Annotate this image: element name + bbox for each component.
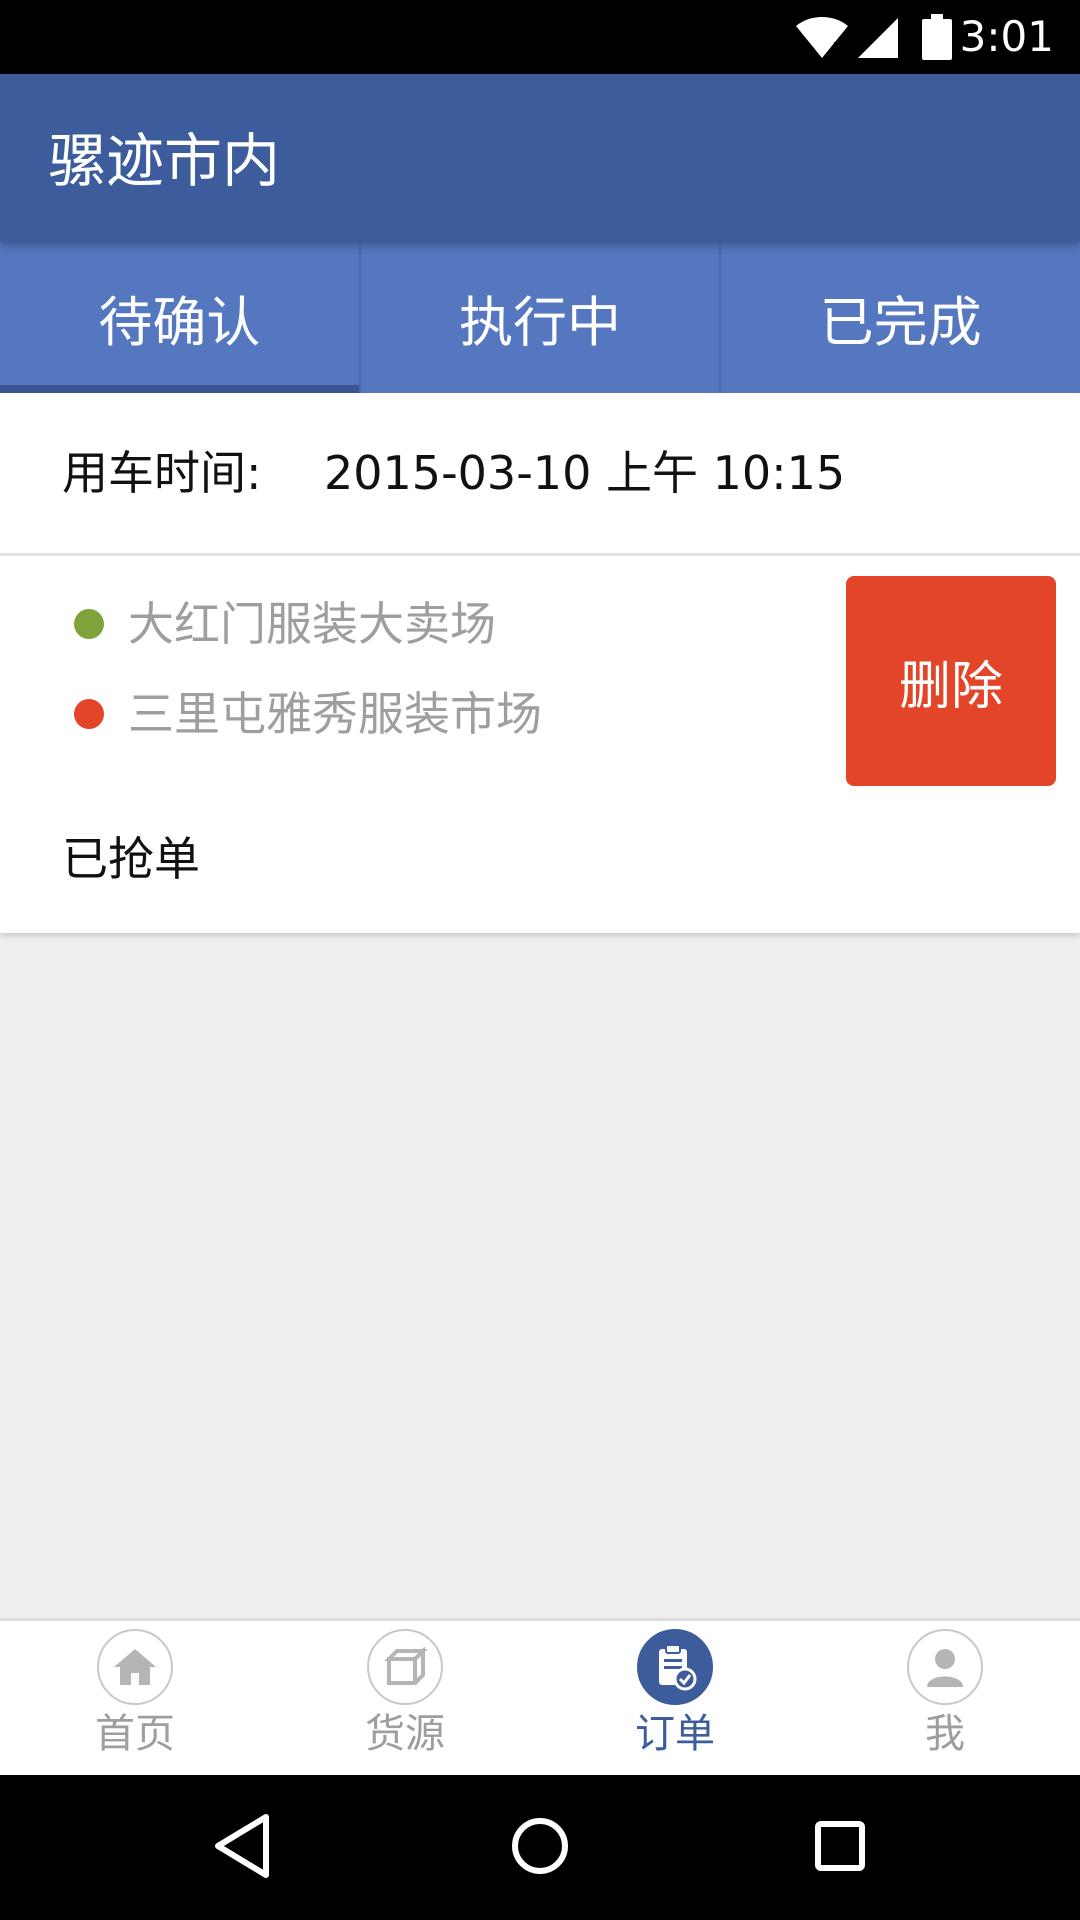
wifi-icon — [796, 17, 848, 58]
battery-icon — [922, 14, 952, 60]
to-dot-icon — [74, 699, 104, 729]
nav-me-label: 我 — [925, 1711, 965, 1757]
box-icon — [367, 1629, 443, 1705]
clipboard-check-icon — [637, 1629, 713, 1705]
nav-cargo[interactable]: 货源 — [270, 1621, 540, 1775]
tab-pending[interactable]: 待确认 — [0, 242, 361, 393]
to-address: 三里屯雅秀服装市场 — [74, 686, 542, 742]
from-address: 大红门服装大卖场 — [74, 596, 496, 652]
from-dot-icon — [74, 609, 104, 639]
nav-home[interactable]: 首页 — [0, 1621, 270, 1775]
home-circle-icon[interactable] — [510, 1813, 570, 1879]
nav-home-label: 首页 — [95, 1711, 175, 1757]
delete-button[interactable]: 删除 — [846, 576, 1056, 786]
signal-icon — [858, 18, 898, 58]
tab-completed[interactable]: 已完成 — [721, 242, 1080, 393]
back-icon[interactable] — [212, 1813, 272, 1879]
to-address-text: 三里屯雅秀服装市场 — [128, 687, 542, 741]
home-icon — [97, 1629, 173, 1705]
status-bar: 3:01 — [0, 0, 1080, 74]
nav-orders[interactable]: 订单 — [540, 1621, 810, 1775]
order-status: 已抢单 — [62, 832, 200, 886]
order-card[interactable]: 用车时间: 2015-03-10 上午 10:15 大红门服装大卖场 三里屯雅秀… — [0, 393, 1080, 933]
nav-orders-label: 订单 — [635, 1711, 715, 1757]
status-time: 3:01 — [959, 12, 1054, 61]
app-bar: 骡迹市内 — [0, 74, 1080, 242]
person-icon — [907, 1629, 983, 1705]
order-time-row: 用车时间: 2015-03-10 上午 10:15 — [0, 393, 1080, 556]
system-nav-bar — [0, 1775, 1080, 1920]
from-address-text: 大红门服装大卖场 — [128, 597, 496, 651]
nav-me[interactable]: 我 — [810, 1621, 1080, 1775]
nav-cargo-label: 货源 — [365, 1711, 445, 1757]
order-time-label: 用车时间: — [62, 446, 262, 500]
tab-bar: 待确认 执行中 已完成 — [0, 242, 1080, 393]
recent-apps-icon[interactable] — [810, 1813, 870, 1879]
bottom-nav: 首页 货源 订单 我 — [0, 1618, 1080, 1775]
order-time-value: 2015-03-10 上午 10:15 — [324, 446, 846, 500]
page-title: 骡迹市内 — [48, 127, 281, 195]
tab-in-progress[interactable]: 执行中 — [361, 242, 722, 393]
